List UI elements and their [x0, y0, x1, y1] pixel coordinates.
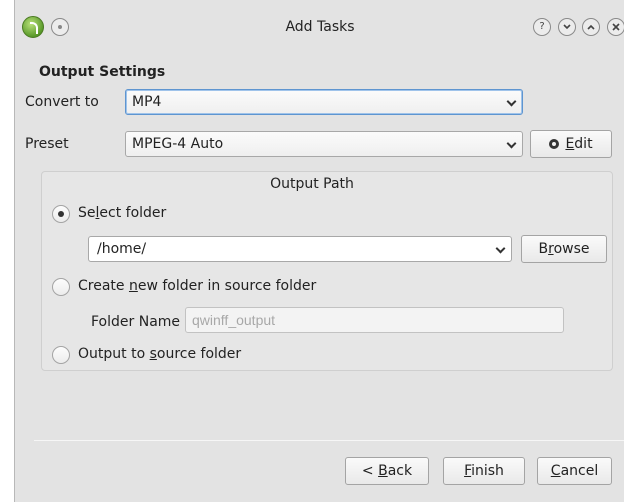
create-folder-label[interactable]: Create new folder in source folder [78, 278, 316, 294]
gear-icon [549, 139, 560, 149]
cancel-button[interactable]: Cancel [537, 457, 612, 485]
maximize-icon[interactable] [582, 18, 600, 36]
browse-button[interactable]: Browse [521, 235, 607, 263]
folder-path-combo[interactable]: /home/ [88, 236, 512, 262]
chevron-down-icon [506, 96, 517, 107]
back-button[interactable]: < Back [345, 457, 429, 485]
edit-preset-button[interactable]: Edit [530, 130, 612, 158]
output-to-source-label[interactable]: Output to source folder [78, 346, 241, 362]
convert-to-label: Convert to [25, 94, 99, 110]
select-folder-label[interactable]: Select folder [78, 205, 166, 221]
output-to-source-radio[interactable] [52, 346, 70, 364]
output-settings-heading: Output Settings [39, 64, 166, 80]
preset-label: Preset [25, 136, 69, 152]
chevron-down-icon [495, 243, 506, 254]
close-icon[interactable] [607, 18, 624, 36]
chevron-down-icon [506, 138, 517, 149]
help-icon[interactable]: ? [533, 18, 551, 36]
select-folder-radio[interactable] [52, 205, 70, 223]
preset-value: MPEG-4 Auto [132, 136, 224, 152]
preset-select[interactable]: MPEG-4 Auto [125, 131, 523, 157]
output-path-title: Output Path [270, 176, 354, 192]
folder-name-input[interactable] [185, 307, 564, 333]
convert-to-value: MP4 [132, 94, 162, 110]
minimize-icon[interactable] [558, 18, 576, 36]
folder-path-value: /home/ [97, 241, 147, 257]
finish-button[interactable]: Finish [443, 457, 525, 485]
folder-name-label: Folder Name [91, 314, 181, 330]
output-path-group [41, 171, 613, 371]
convert-to-select[interactable]: MP4 [125, 89, 523, 115]
title-bar: Add Tasks ? [15, 0, 624, 56]
footer-separator [34, 440, 624, 441]
create-folder-radio[interactable] [52, 278, 70, 296]
